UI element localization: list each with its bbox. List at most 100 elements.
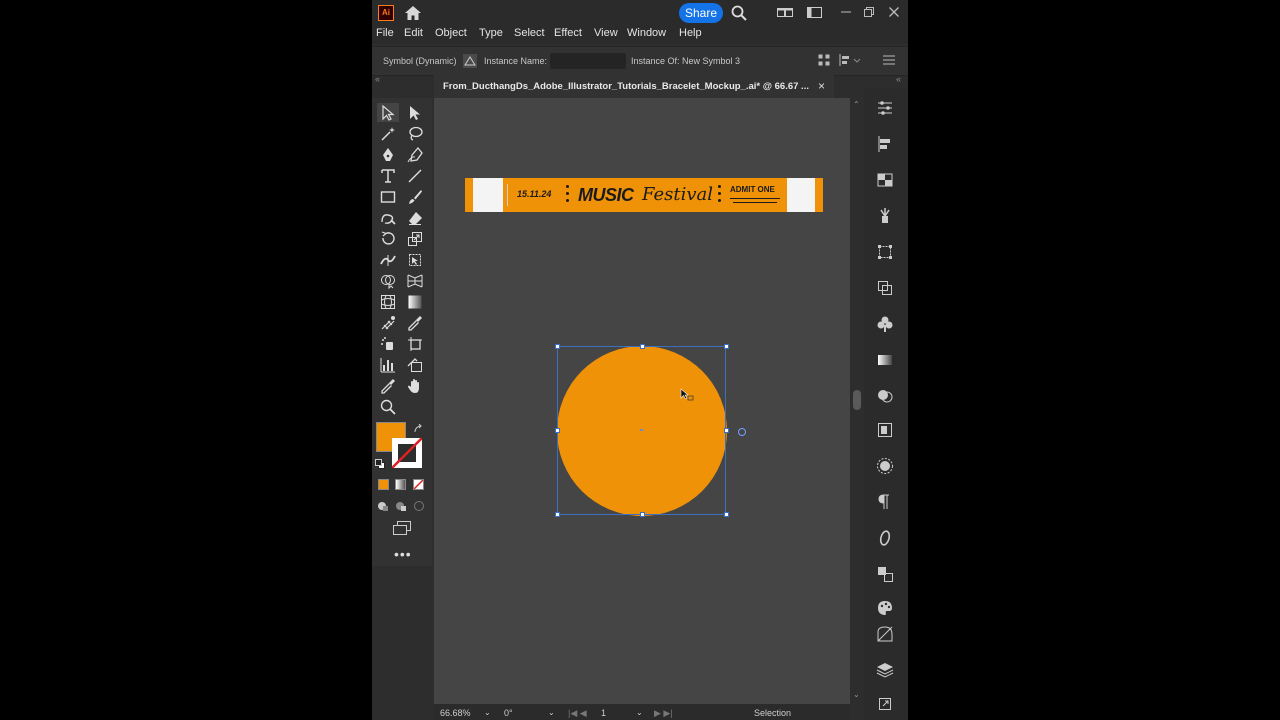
- symbol-sprayer-tool-icon[interactable]: [377, 334, 399, 353]
- edit-symbol-icon[interactable]: [462, 53, 478, 69]
- resize-handle-top[interactable]: [640, 344, 645, 349]
- resize-handle-right[interactable]: [724, 428, 729, 433]
- artboards-panel-icon[interactable]: [875, 564, 895, 584]
- close-tab-button[interactable]: ×: [818, 79, 825, 93]
- shape-builder-tool-icon[interactable]: [377, 271, 399, 290]
- appearance-icon[interactable]: [875, 386, 895, 406]
- perspective-grid-tool-icon[interactable]: [404, 271, 426, 290]
- pen-tool-icon[interactable]: [377, 145, 399, 164]
- hand-tool-icon[interactable]: [404, 376, 426, 395]
- properties-icon[interactable]: [875, 98, 895, 118]
- workspace-icon[interactable]: [807, 6, 823, 18]
- rotation-dropdown-icon[interactable]: ⌄: [548, 708, 555, 717]
- menu-object[interactable]: Object: [435, 27, 467, 39]
- pathfinder-icon[interactable]: [875, 278, 895, 298]
- artboard-number[interactable]: 1: [601, 708, 606, 718]
- rotate-tool-icon[interactable]: [377, 229, 399, 248]
- align-panel-icon[interactable]: [875, 134, 895, 154]
- rectangle-tool-icon[interactable]: [377, 187, 399, 206]
- color-panel-icon[interactable]: [875, 598, 895, 618]
- paintbrush-tool-icon[interactable]: [404, 187, 426, 206]
- zoom-tool-icon[interactable]: [377, 397, 399, 416]
- close-icon[interactable]: [888, 6, 900, 18]
- resize-handle-bottom-left[interactable]: [555, 512, 560, 517]
- libraries-icon[interactable]: [875, 170, 895, 190]
- slice-tool-icon[interactable]: [404, 355, 426, 374]
- eyedropper-tool-icon[interactable]: [404, 313, 426, 332]
- brushes-icon[interactable]: [875, 206, 895, 226]
- selection-tool-icon[interactable]: [377, 103, 399, 122]
- stroke-swatch[interactable]: [392, 438, 422, 468]
- restore-icon[interactable]: [863, 6, 875, 18]
- layers-icon[interactable]: [875, 660, 895, 680]
- resize-handle-top-left[interactable]: [555, 344, 560, 349]
- none-mode-button[interactable]: [413, 479, 424, 490]
- last-artboard-icon[interactable]: ▶ ▶|: [654, 708, 673, 719]
- gradient-panel-icon[interactable]: [875, 350, 895, 370]
- align-icon[interactable]: [839, 54, 861, 66]
- draw-normal-icon[interactable]: [377, 500, 389, 512]
- arrange-documents-icon[interactable]: [777, 6, 793, 18]
- menu-select[interactable]: Select: [514, 27, 545, 39]
- menu-effect[interactable]: Effect: [554, 27, 582, 39]
- resize-handle-bottom-right[interactable]: [724, 512, 729, 517]
- swap-fill-stroke-icon[interactable]: [413, 424, 423, 434]
- collapse-toolbar-icon[interactable]: «: [375, 74, 380, 84]
- change-screen-mode-icon[interactable]: [392, 520, 412, 536]
- scroll-thumb[interactable]: [853, 390, 861, 410]
- graphic-styles-icon[interactable]: [875, 420, 895, 440]
- gradient-tool-icon[interactable]: [404, 292, 426, 311]
- curvature-tool-icon[interactable]: [404, 145, 426, 164]
- menu-window[interactable]: Window: [627, 27, 666, 39]
- line-segment-tool-icon[interactable]: [404, 166, 426, 185]
- scroll-down-icon[interactable]: ⌄: [853, 690, 860, 699]
- share-button[interactable]: Share: [679, 3, 723, 23]
- transform-panel-icon[interactable]: [875, 242, 895, 262]
- blend-tool-icon[interactable]: [377, 313, 399, 332]
- mesh-tool-icon[interactable]: [377, 292, 399, 311]
- rotation-angle[interactable]: 0°: [504, 708, 513, 718]
- default-colors-icon[interactable]: [375, 459, 385, 469]
- search-icon[interactable]: [731, 5, 747, 21]
- rotation-handle[interactable]: [738, 428, 746, 436]
- resize-handle-bottom[interactable]: [640, 512, 645, 517]
- scale-tool-icon[interactable]: [404, 229, 426, 248]
- symbols-icon[interactable]: [875, 314, 895, 334]
- menu-edit[interactable]: Edit: [404, 27, 423, 39]
- home-icon[interactable]: [404, 5, 422, 21]
- minimize-icon[interactable]: [840, 6, 852, 18]
- opentype-icon[interactable]: [875, 528, 895, 548]
- document-tab[interactable]: From_DucthangDs_Adobe_Illustrator_Tutori…: [434, 74, 834, 98]
- paragraph-icon[interactable]: [875, 492, 895, 512]
- transform-icon[interactable]: [818, 54, 830, 66]
- asset-export-icon[interactable]: [875, 694, 895, 714]
- magic-wand-tool-icon[interactable]: [377, 124, 399, 143]
- type-tool-icon[interactable]: [377, 166, 399, 185]
- width-tool-icon[interactable]: [377, 250, 399, 269]
- first-artboard-icon[interactable]: |◀ ◀: [568, 708, 587, 719]
- direct-selection-tool-icon[interactable]: [404, 103, 426, 122]
- shaper-tool-icon[interactable]: [377, 208, 399, 227]
- eyedropper-alt-tool-icon[interactable]: [377, 376, 399, 395]
- column-graph-tool-icon[interactable]: [377, 355, 399, 374]
- resize-handle-top-right[interactable]: [724, 344, 729, 349]
- bracelet-artwork[interactable]: 15.11.24 MUSIC Festival ADMIT ONE: [465, 178, 823, 212]
- zoom-level[interactable]: 66.68%: [440, 708, 471, 718]
- stroke-panel-icon[interactable]: [875, 624, 895, 644]
- menu-help[interactable]: Help: [679, 27, 702, 39]
- menu-view[interactable]: View: [594, 27, 618, 39]
- draw-behind-icon[interactable]: [395, 500, 407, 512]
- free-transform-tool-icon[interactable]: [404, 250, 426, 269]
- edit-toolbar-button[interactable]: •••: [394, 546, 412, 562]
- draw-inside-icon[interactable]: [413, 500, 425, 512]
- artboard-tool-icon[interactable]: [404, 334, 426, 353]
- vertical-scrollbar[interactable]: ⌃ ⌄: [850, 98, 864, 704]
- artboard-canvas[interactable]: 15.11.24 MUSIC Festival ADMIT ONE: [434, 98, 850, 704]
- instance-name-input[interactable]: [550, 53, 626, 69]
- eraser-tool-icon[interactable]: [404, 208, 426, 227]
- zoom-dropdown-icon[interactable]: ⌄: [484, 708, 491, 717]
- artboard-dropdown-icon[interactable]: ⌄: [636, 708, 643, 717]
- menu-file[interactable]: File: [376, 27, 394, 39]
- gradient-mode-button[interactable]: [395, 479, 406, 490]
- collapse-panels-icon[interactable]: «: [896, 74, 901, 84]
